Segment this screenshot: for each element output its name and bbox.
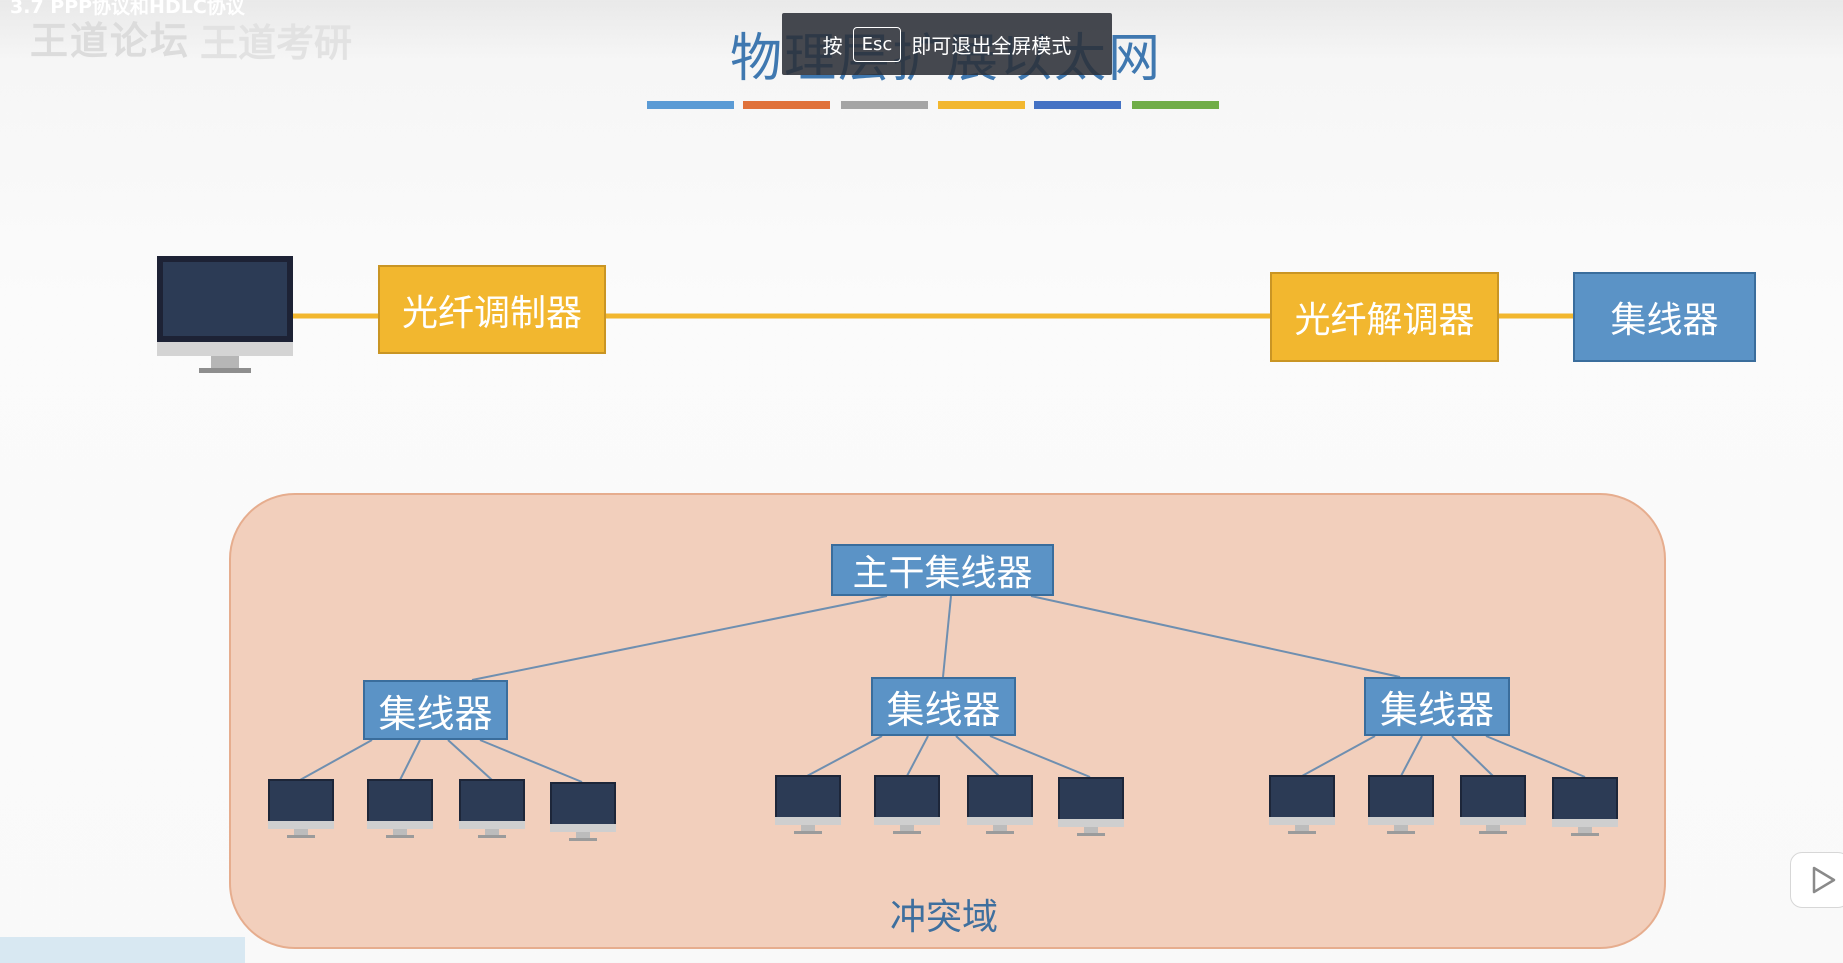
monitor-icon — [268, 779, 334, 841]
monitor-icon — [459, 779, 525, 841]
pc-link — [906, 735, 929, 777]
monitor-icon — [157, 256, 293, 374]
pc-link — [1485, 735, 1586, 778]
hub-node: 集线器 — [363, 680, 508, 740]
pc-link — [806, 735, 883, 777]
collision-domain-label: 冲突域 — [890, 897, 999, 938]
decorative-strip — [0, 937, 245, 963]
hub-node: 集线器 — [871, 677, 1016, 736]
backbone-hub: 主干集线器 — [831, 544, 1054, 596]
monitor-icon — [775, 775, 841, 837]
hub-node: 集线器 — [1364, 677, 1510, 736]
pc-link — [399, 739, 421, 781]
fiber-demodulator: 光纤解调器 — [1270, 272, 1499, 362]
monitor-icon — [874, 775, 940, 837]
pc-link — [299, 739, 373, 781]
pc-link — [1451, 735, 1494, 777]
monitor-icon — [1460, 775, 1526, 837]
backbone-link — [1030, 595, 1401, 678]
pc-link — [479, 739, 583, 783]
monitor-icon — [1368, 775, 1434, 837]
monitor-icon — [367, 779, 433, 841]
monitor-icon — [1552, 777, 1618, 839]
backbone-link — [942, 595, 952, 678]
play-button[interactable] — [1790, 852, 1843, 908]
hub-node: 集线器 — [1573, 272, 1756, 362]
pc-link — [1400, 735, 1423, 777]
pc-link — [447, 739, 493, 781]
pc-link — [1301, 735, 1376, 777]
monitor-icon — [1058, 777, 1124, 839]
backbone-link — [471, 595, 888, 681]
monitor-icon — [1269, 775, 1335, 837]
pc-link — [955, 735, 1000, 777]
fiber-modulator: 光纤调制器 — [378, 265, 606, 354]
play-icon — [1812, 866, 1836, 894]
monitor-icon — [967, 775, 1033, 837]
pc-link — [989, 735, 1091, 778]
monitor-icon — [550, 782, 616, 844]
